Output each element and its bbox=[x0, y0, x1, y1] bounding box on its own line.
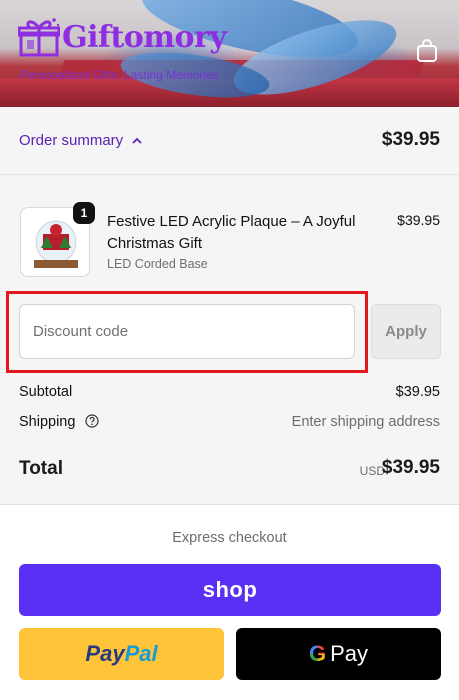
order-summary-total: $39.95 bbox=[381, 129, 440, 150]
brand-name: Giftomory bbox=[62, 19, 227, 55]
order-summary-toggle[interactable]: Order summary bbox=[19, 132, 143, 149]
product-title: Festive LED Acrylic Plaque – A Joyful Ch… bbox=[107, 213, 356, 252]
paypal-button[interactable]: PayPal bbox=[19, 628, 224, 680]
shipping-label: Shipping bbox=[19, 414, 76, 430]
header-banner: Giftomory Personalized Gifts, Lasting Me… bbox=[0, 0, 459, 107]
help-circle-icon[interactable] bbox=[85, 414, 100, 428]
total-value: $39.95 bbox=[381, 457, 440, 478]
google-g-icon: G bbox=[308, 641, 327, 666]
google-pay-button[interactable]: G Pay bbox=[236, 628, 441, 680]
total-label: Total bbox=[19, 458, 63, 479]
express-checkout-title: Express checkout bbox=[172, 530, 287, 546]
shopping-bag-icon[interactable] bbox=[414, 38, 440, 64]
order-summary-label: Order summary bbox=[19, 132, 124, 149]
shop-pay-button[interactable]: shop bbox=[19, 564, 441, 616]
product-price: $39.95 bbox=[397, 212, 440, 228]
store-logo[interactable]: Giftomory bbox=[18, 16, 227, 58]
subtotal-value: $39.95 bbox=[395, 384, 440, 400]
subtotal-label: Subtotal bbox=[19, 384, 73, 400]
paypal-logo-pal: Pal bbox=[124, 641, 158, 666]
order-summary-toggle-bar[interactable]: Order summary $39.95 bbox=[0, 107, 459, 175]
chevron-up-icon bbox=[132, 137, 142, 144]
google-pay-label: Pay bbox=[330, 641, 369, 666]
shipping-value: Enter shipping address bbox=[291, 414, 440, 430]
product-variant: LED Corded Base bbox=[107, 257, 208, 271]
quantity-badge: 1 bbox=[73, 202, 95, 224]
apply-discount-button[interactable]: Apply bbox=[371, 304, 441, 359]
discount-code-input[interactable] bbox=[19, 304, 355, 359]
brand-tagline: Personalized Gifts, Lasting Memories bbox=[20, 68, 219, 82]
shipping-row: Shipping bbox=[19, 414, 100, 430]
gift-box-icon bbox=[18, 18, 60, 57]
paypal-logo-pay: Pay bbox=[85, 641, 125, 666]
order-summary-panel: 1 Festive LED Acrylic Plaque – A Joyful … bbox=[0, 175, 459, 505]
